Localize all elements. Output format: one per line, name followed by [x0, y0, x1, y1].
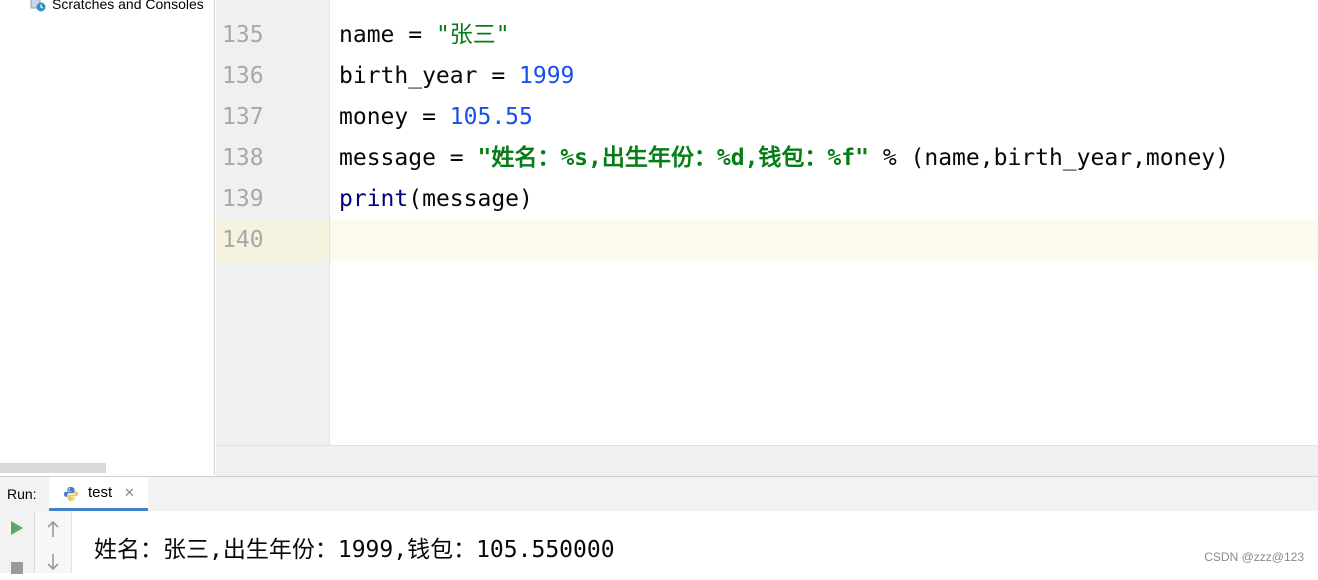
code-line-138[interactable]: message = "姓名：%s,出生年份：%d,钱包：%f" % (name,… — [339, 138, 1229, 179]
code-token: % (name,birth_year,money) — [868, 145, 1229, 171]
run-play-icon[interactable] — [10, 520, 24, 541]
code-token: birth_year = — [339, 63, 520, 89]
console-output: 姓名：张三,出生年份：1999,钱包：105.550000 — [94, 537, 615, 563]
code-token: name = — [339, 22, 436, 48]
line-number: 136 — [222, 63, 264, 89]
builtin-function: print — [339, 186, 409, 212]
close-icon[interactable]: ✕ — [124, 477, 135, 509]
code-line-135[interactable]: name = "张三" — [339, 15, 510, 56]
code-token: (message) — [408, 186, 533, 212]
line-number: 139 — [222, 186, 264, 212]
code-token: money = — [339, 104, 450, 130]
line-number: 135 — [222, 22, 264, 48]
code-token: message = — [339, 145, 478, 171]
scratches-icon — [30, 0, 46, 12]
current-line-highlight — [330, 220, 1318, 261]
line-number: 137 — [222, 104, 264, 130]
number-literal: 105.55 — [449, 104, 533, 130]
scratches-and-consoles-item[interactable]: Scratches and Consoles — [30, 0, 204, 14]
arrow-up-icon[interactable] — [46, 520, 60, 543]
run-side-toolbar — [0, 511, 35, 574]
run-label: Run: — [7, 486, 37, 502]
stop-icon[interactable] — [10, 561, 24, 580]
number-literal: 1999 — [519, 63, 575, 89]
code-line-139[interactable]: print(message) — [339, 179, 533, 220]
project-panel-scrollbar[interactable] — [0, 463, 106, 473]
run-tab-label: test — [88, 484, 113, 501]
watermark: CSDN @zzz@123 — [1204, 550, 1304, 564]
scratches-label: Scratches and Consoles — [52, 0, 204, 12]
code-line-136[interactable]: birth_year = 1999 — [339, 56, 574, 97]
string-literal: "张三" — [435, 22, 510, 48]
code-line-137[interactable]: money = 105.55 — [339, 97, 533, 138]
run-tab-test[interactable]: test ✕ — [49, 477, 148, 511]
line-number: 140 — [222, 227, 264, 253]
line-number: 138 — [222, 145, 264, 171]
editor-bottom-area — [216, 445, 1318, 476]
run-toolbar: Run: test ✕ — [0, 476, 1318, 512]
project-panel: Scratches and Consoles — [0, 0, 215, 475]
python-icon — [63, 486, 79, 502]
string-literal: "姓名：%s,出生年份：%d,钱包：%f" — [477, 145, 869, 171]
run-output-toolbar — [35, 511, 72, 573]
